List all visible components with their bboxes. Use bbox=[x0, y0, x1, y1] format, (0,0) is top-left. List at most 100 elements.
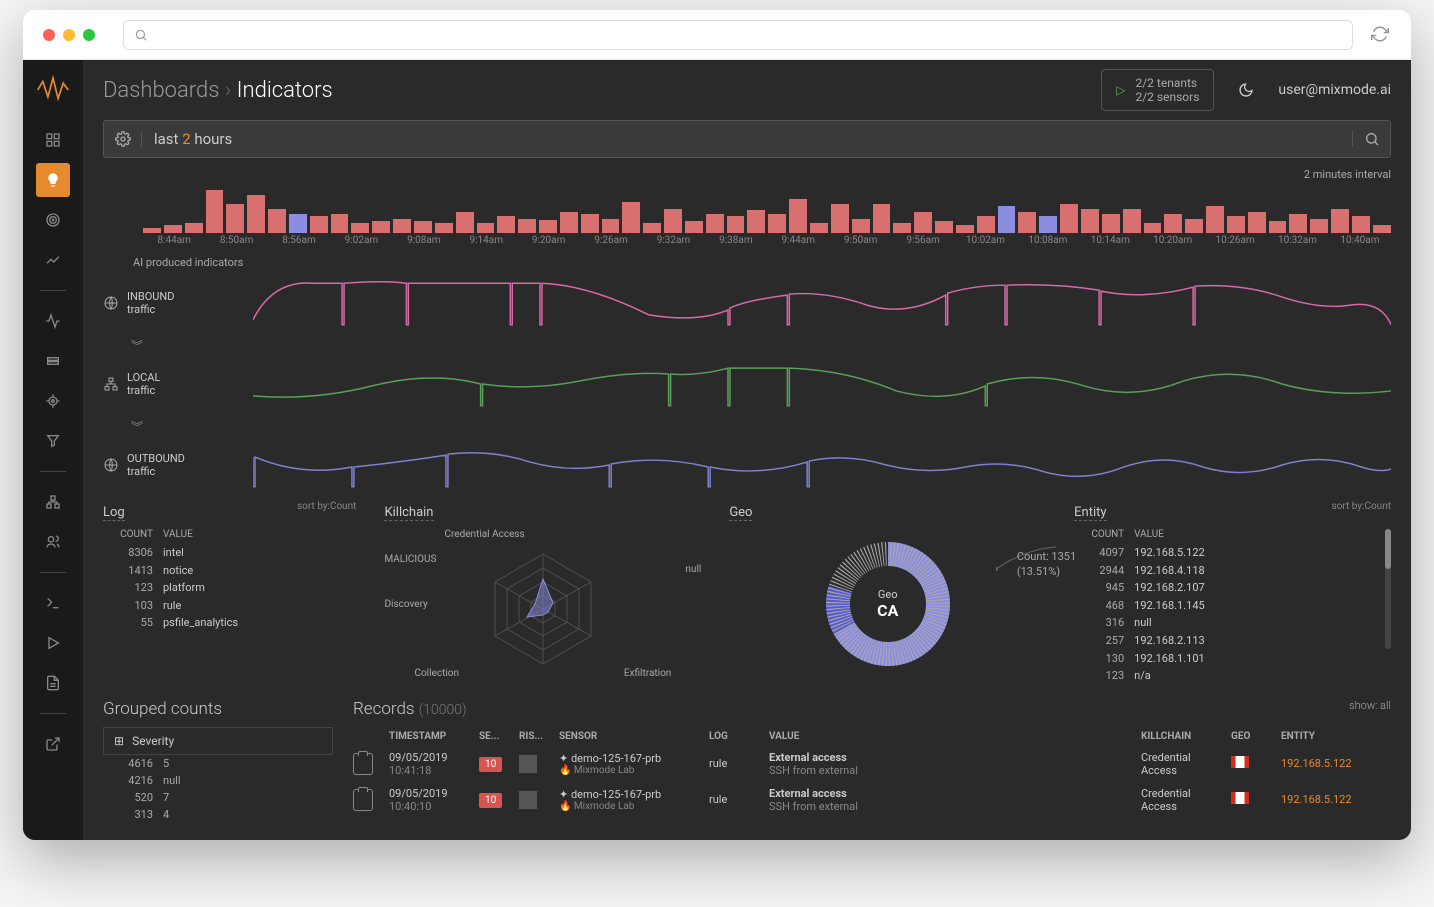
timeline-bar[interactable] bbox=[706, 214, 724, 233]
nav-external-icon[interactable] bbox=[36, 727, 70, 761]
timeline-bar[interactable] bbox=[1144, 223, 1162, 233]
timeline-bar[interactable] bbox=[1331, 209, 1349, 233]
timeline-bar[interactable] bbox=[206, 190, 224, 233]
timeline-bar[interactable] bbox=[226, 204, 244, 233]
nav-bug-icon[interactable] bbox=[36, 384, 70, 418]
timeline-bar[interactable] bbox=[372, 221, 390, 233]
window-max-dot[interactable] bbox=[83, 29, 95, 41]
timeline-bar[interactable] bbox=[1352, 216, 1370, 233]
timeline-bar[interactable] bbox=[164, 225, 182, 233]
clipboard-icon[interactable] bbox=[353, 789, 373, 811]
search-icon[interactable] bbox=[1352, 131, 1390, 147]
timeline-bar[interactable] bbox=[310, 216, 328, 233]
timeline-bar[interactable] bbox=[852, 219, 870, 233]
show-filter[interactable]: show: all bbox=[1349, 699, 1391, 712]
nav-storage-icon[interactable] bbox=[36, 344, 70, 378]
nav-play-icon[interactable] bbox=[36, 626, 70, 660]
timeline-bar[interactable] bbox=[956, 225, 974, 233]
timeline-bar[interactable] bbox=[1185, 219, 1203, 233]
nav-users-icon[interactable] bbox=[36, 525, 70, 559]
timeline-bar[interactable] bbox=[351, 223, 369, 233]
entity-row[interactable]: 2944192.168.4.118 bbox=[1074, 562, 1379, 580]
timeline-bar[interactable] bbox=[977, 216, 995, 233]
timeline-bar[interactable] bbox=[768, 214, 786, 233]
local-label[interactable]: LOCALtraffic bbox=[103, 371, 253, 397]
timeline-bar[interactable] bbox=[518, 219, 536, 233]
severity-row[interactable]: 4216null bbox=[103, 772, 333, 789]
entity-row[interactable]: 945192.168.2.107 bbox=[1074, 579, 1379, 597]
log-sort[interactable]: sort by:Count bbox=[297, 501, 357, 512]
timeline-bar[interactable] bbox=[435, 223, 453, 233]
timeline-bar[interactable] bbox=[185, 223, 203, 233]
chevron-down-icon[interactable]: ︾ bbox=[103, 337, 253, 354]
refresh-icon[interactable] bbox=[1371, 25, 1391, 45]
chevron-down-icon[interactable]: ︾ bbox=[103, 418, 253, 435]
timeline-bar[interactable] bbox=[1206, 206, 1224, 233]
timeline-bar[interactable] bbox=[789, 199, 807, 233]
timeline-bar[interactable] bbox=[602, 219, 620, 233]
timeline-bar[interactable] bbox=[664, 209, 682, 233]
entity-row[interactable]: 257192.168.2.113 bbox=[1074, 632, 1379, 650]
entity-row[interactable]: 123n/a bbox=[1074, 667, 1379, 685]
timeline-bar[interactable] bbox=[622, 202, 640, 233]
nav-target-icon[interactable] bbox=[36, 203, 70, 237]
entity-row[interactable]: 316null bbox=[1074, 614, 1379, 632]
nav-terminal-icon[interactable] bbox=[36, 586, 70, 620]
record-row[interactable]: 09/05/201910:41:1810✦ demo-125-167-prb🔥 … bbox=[353, 746, 1391, 782]
log-row[interactable]: 1413notice bbox=[103, 562, 356, 580]
timeline-bar[interactable] bbox=[1373, 225, 1391, 233]
nav-activity-icon[interactable] bbox=[36, 304, 70, 338]
entity-row[interactable]: 130192.168.1.101 bbox=[1074, 650, 1379, 668]
timeline-bar[interactable] bbox=[998, 206, 1016, 233]
severity-header[interactable]: ⊞ Severity bbox=[103, 727, 333, 755]
timeline-barchart[interactable] bbox=[103, 185, 1391, 233]
timeline-bar[interactable] bbox=[1081, 209, 1099, 233]
timeline-bar[interactable] bbox=[685, 221, 703, 233]
timeline-bar[interactable] bbox=[268, 209, 286, 233]
nav-trend-icon[interactable] bbox=[36, 243, 70, 277]
url-bar[interactable] bbox=[123, 20, 1353, 50]
timeline-bar[interactable] bbox=[1227, 216, 1245, 233]
record-row[interactable]: 09/05/201910:40:1010✦ demo-125-167-prb🔥 … bbox=[353, 782, 1391, 818]
nav-indicators-icon[interactable] bbox=[36, 163, 70, 197]
killchain-radar-chart[interactable]: Credential Access null Exfiltration Coll… bbox=[384, 529, 701, 679]
timeline-bar[interactable] bbox=[539, 220, 557, 233]
tenants-selector[interactable]: ▷ 2/2 tenants 2/2 sensors bbox=[1101, 69, 1214, 111]
app-logo[interactable] bbox=[23, 60, 83, 120]
log-row[interactable]: 123platform bbox=[103, 579, 356, 597]
nav-filter-icon[interactable] bbox=[36, 424, 70, 458]
timeline-bar[interactable] bbox=[893, 223, 911, 233]
log-row[interactable]: 8306intel bbox=[103, 544, 356, 562]
search-bar[interactable]: last 2 hours bbox=[103, 120, 1391, 158]
timeline-bar[interactable] bbox=[1269, 221, 1287, 233]
timeline-bar[interactable] bbox=[914, 212, 932, 233]
entity-row[interactable]: 4097192.168.5.122 bbox=[1074, 544, 1379, 562]
timeline-bar[interactable] bbox=[289, 214, 307, 233]
severity-row[interactable]: 5207 bbox=[103, 789, 333, 806]
breadcrumb-root[interactable]: Dashboards bbox=[103, 78, 219, 103]
inbound-label[interactable]: INBOUNDtraffic bbox=[103, 290, 253, 316]
timeline-bar[interactable] bbox=[1102, 214, 1120, 233]
timeline-bar[interactable] bbox=[727, 216, 745, 233]
severity-row[interactable]: 46165 bbox=[103, 755, 333, 772]
window-close-dot[interactable] bbox=[43, 29, 55, 41]
timeline-bar[interactable] bbox=[247, 195, 265, 233]
search-text[interactable]: last 2 hours bbox=[142, 130, 1352, 148]
log-row[interactable]: 103rule bbox=[103, 597, 356, 615]
nav-document-icon[interactable] bbox=[36, 666, 70, 700]
theme-toggle-icon[interactable] bbox=[1238, 82, 1254, 98]
entity-row[interactable]: 468192.168.1.145 bbox=[1074, 597, 1379, 615]
timeline-bar[interactable] bbox=[477, 223, 495, 233]
entity-sort[interactable]: sort by:Count bbox=[1332, 501, 1392, 512]
timeline-bar[interactable] bbox=[1164, 214, 1182, 233]
timeline-bar[interactable] bbox=[1060, 204, 1078, 233]
timeline-bar[interactable] bbox=[1289, 214, 1307, 233]
clipboard-icon[interactable] bbox=[353, 753, 373, 775]
timeline-bar[interactable] bbox=[393, 219, 411, 233]
timeline-bar[interactable] bbox=[560, 212, 578, 233]
timeline-bar[interactable] bbox=[1248, 212, 1266, 233]
timeline-bar[interactable] bbox=[643, 223, 661, 233]
timeline-bar[interactable] bbox=[331, 214, 349, 233]
log-row[interactable]: 55psfile_analytics bbox=[103, 614, 356, 632]
severity-row[interactable]: 3134 bbox=[103, 806, 333, 823]
